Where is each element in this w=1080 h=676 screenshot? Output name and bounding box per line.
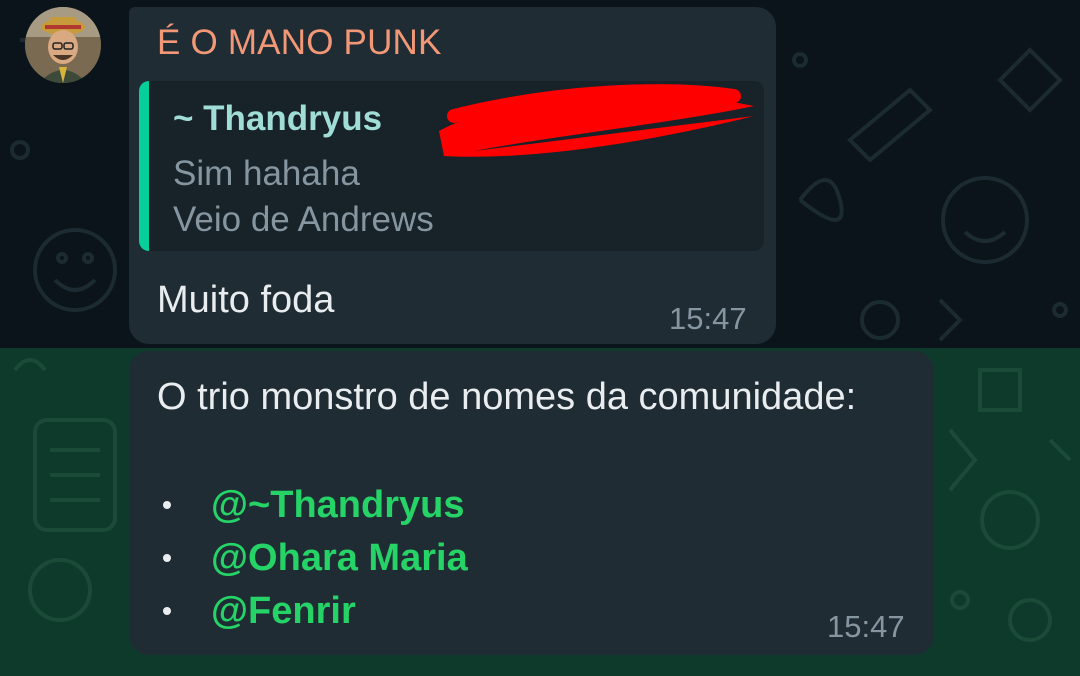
- message-text: O trio monstro de nomes da comunidade:: [157, 376, 857, 418]
- mention-link[interactable]: @~Thandryus: [211, 479, 465, 532]
- mention-link[interactable]: @Ohara Maria: [211, 532, 468, 585]
- message-timestamp: 15:47: [669, 301, 747, 336]
- message-text: Muito foda: [157, 279, 335, 321]
- redaction-scribble: [439, 84, 754, 157]
- incoming-message-bubble[interactable]: É O MANO PUNK ~ Thandryus Sim hahaha Vei…: [129, 7, 776, 344]
- quoted-text-line: Veio de Andrews: [173, 200, 434, 239]
- quoted-message[interactable]: ~ Thandryus Sim hahaha Veio de Andrews: [139, 81, 764, 251]
- list-item: @~Thandryus: [163, 479, 663, 532]
- mention-list: @~Thandryus @Ohara Maria @Fenrir: [163, 479, 663, 638]
- bullet-icon: [163, 607, 171, 615]
- message-timestamp: 15:47: [827, 609, 905, 644]
- sender-name[interactable]: É O MANO PUNK: [157, 23, 442, 63]
- bullet-icon: [163, 501, 171, 509]
- quoted-text-line: Sim hahaha: [173, 154, 360, 193]
- sender-avatar[interactable]: [25, 7, 101, 83]
- mention-link[interactable]: @Fenrir: [211, 585, 356, 638]
- quoted-author: ~ Thandryus: [173, 99, 383, 138]
- list-item: @Ohara Maria: [163, 532, 663, 585]
- list-item: @Fenrir: [163, 585, 663, 638]
- bullet-icon: [163, 554, 171, 562]
- incoming-message-bubble-selected[interactable]: O trio monstro de nomes da comunidade: @…: [129, 351, 934, 655]
- quote-accent-bar: [139, 81, 149, 251]
